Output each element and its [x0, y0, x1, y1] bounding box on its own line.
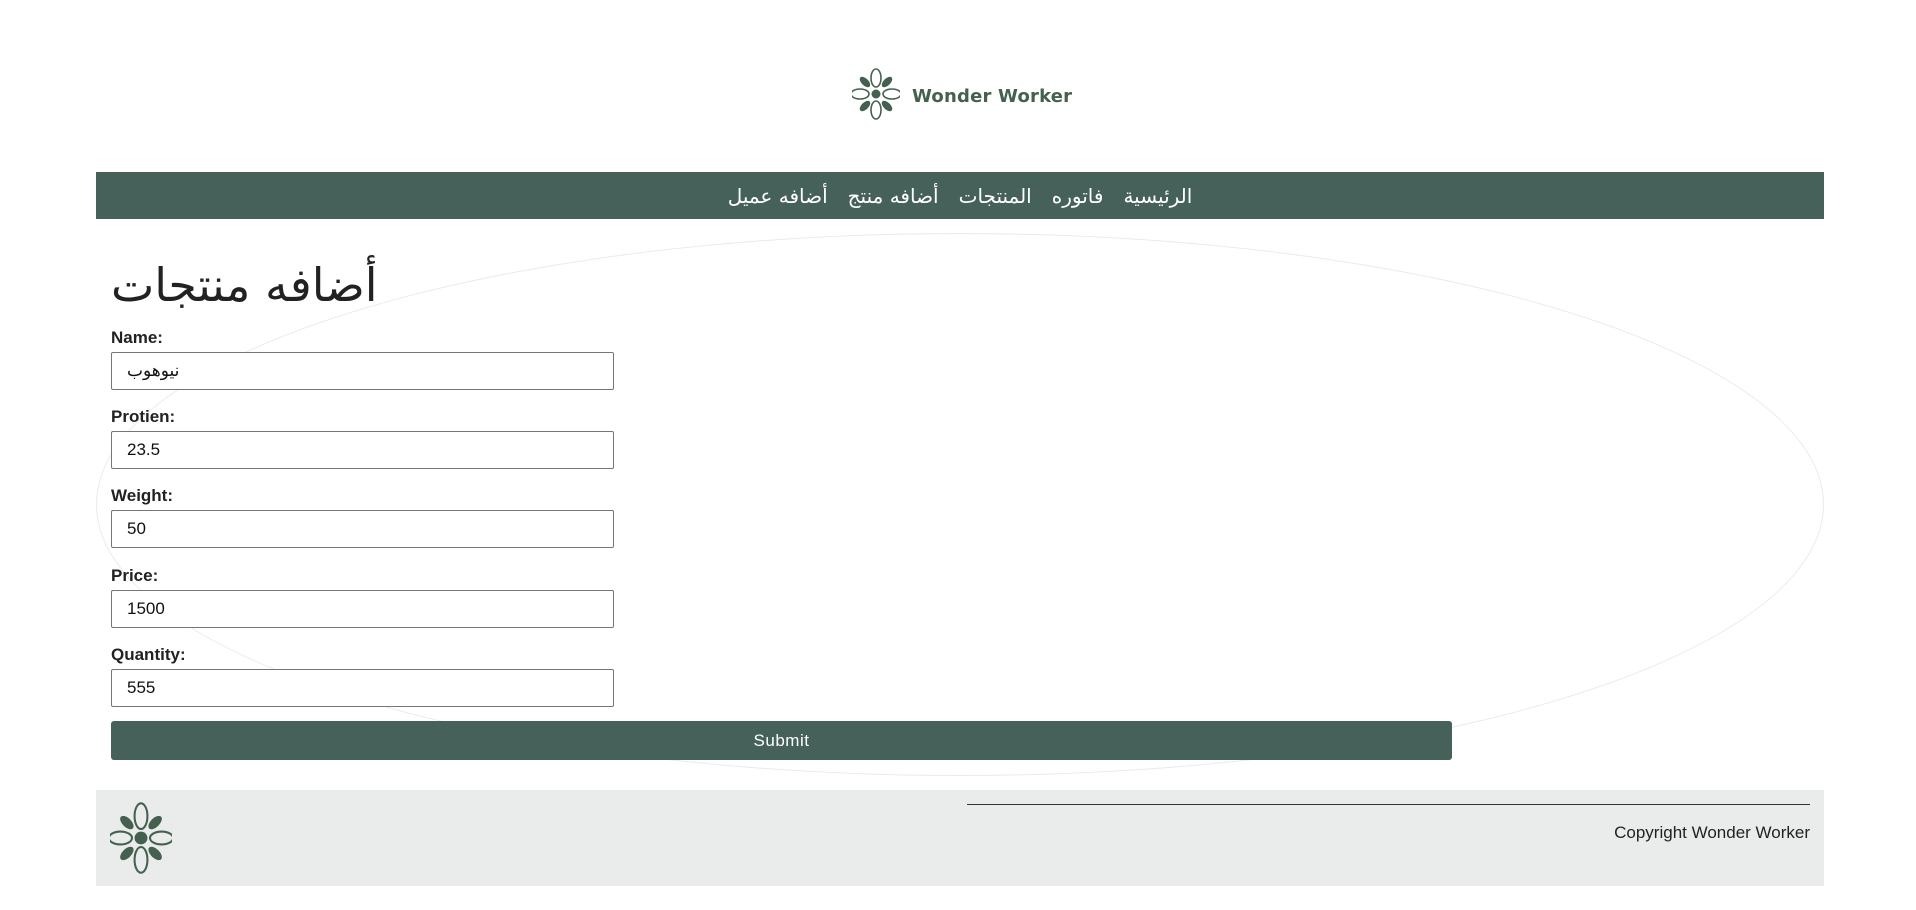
brand-name: Wonder Worker: [912, 85, 1073, 107]
site-header: Wonder Worker: [0, 0, 1916, 172]
flower-logo-icon: [107, 802, 175, 878]
price-label: Price:: [111, 566, 159, 585]
submit-button[interactable]: Submit: [111, 721, 1452, 760]
name-label: Name:: [111, 328, 163, 347]
protein-label: Protien:: [111, 407, 176, 426]
copyright-text: Copyright Wonder Worker: [1614, 823, 1810, 842]
price-input[interactable]: [111, 590, 614, 628]
nav-item-add-product[interactable]: أضافه منتج: [848, 184, 939, 208]
nav-item-add-customer[interactable]: أضافه عميل: [728, 184, 828, 208]
main-nav: الرئيسية فاتوره المنتجات أضافه منتج أضاف…: [96, 172, 1824, 219]
nav-item-products[interactable]: المنتجات: [959, 184, 1032, 208]
page-title: أضافه منتجات: [111, 258, 378, 312]
weight-label: Weight:: [111, 486, 174, 505]
nav-item-home[interactable]: الرئيسية: [1123, 184, 1192, 208]
brand-logo[interactable]: Wonder Worker: [850, 68, 1073, 124]
nav-item-invoice[interactable]: فاتوره: [1052, 184, 1104, 208]
name-input[interactable]: [111, 352, 614, 390]
site-footer: Copyright Wonder Worker: [96, 790, 1824, 886]
quantity-label: Quantity:: [111, 645, 186, 664]
footer-divider: [967, 804, 1810, 805]
protein-input[interactable]: [111, 431, 614, 469]
quantity-input[interactable]: [111, 669, 614, 707]
weight-input[interactable]: [111, 510, 614, 548]
flower-logo-icon: [850, 68, 902, 124]
